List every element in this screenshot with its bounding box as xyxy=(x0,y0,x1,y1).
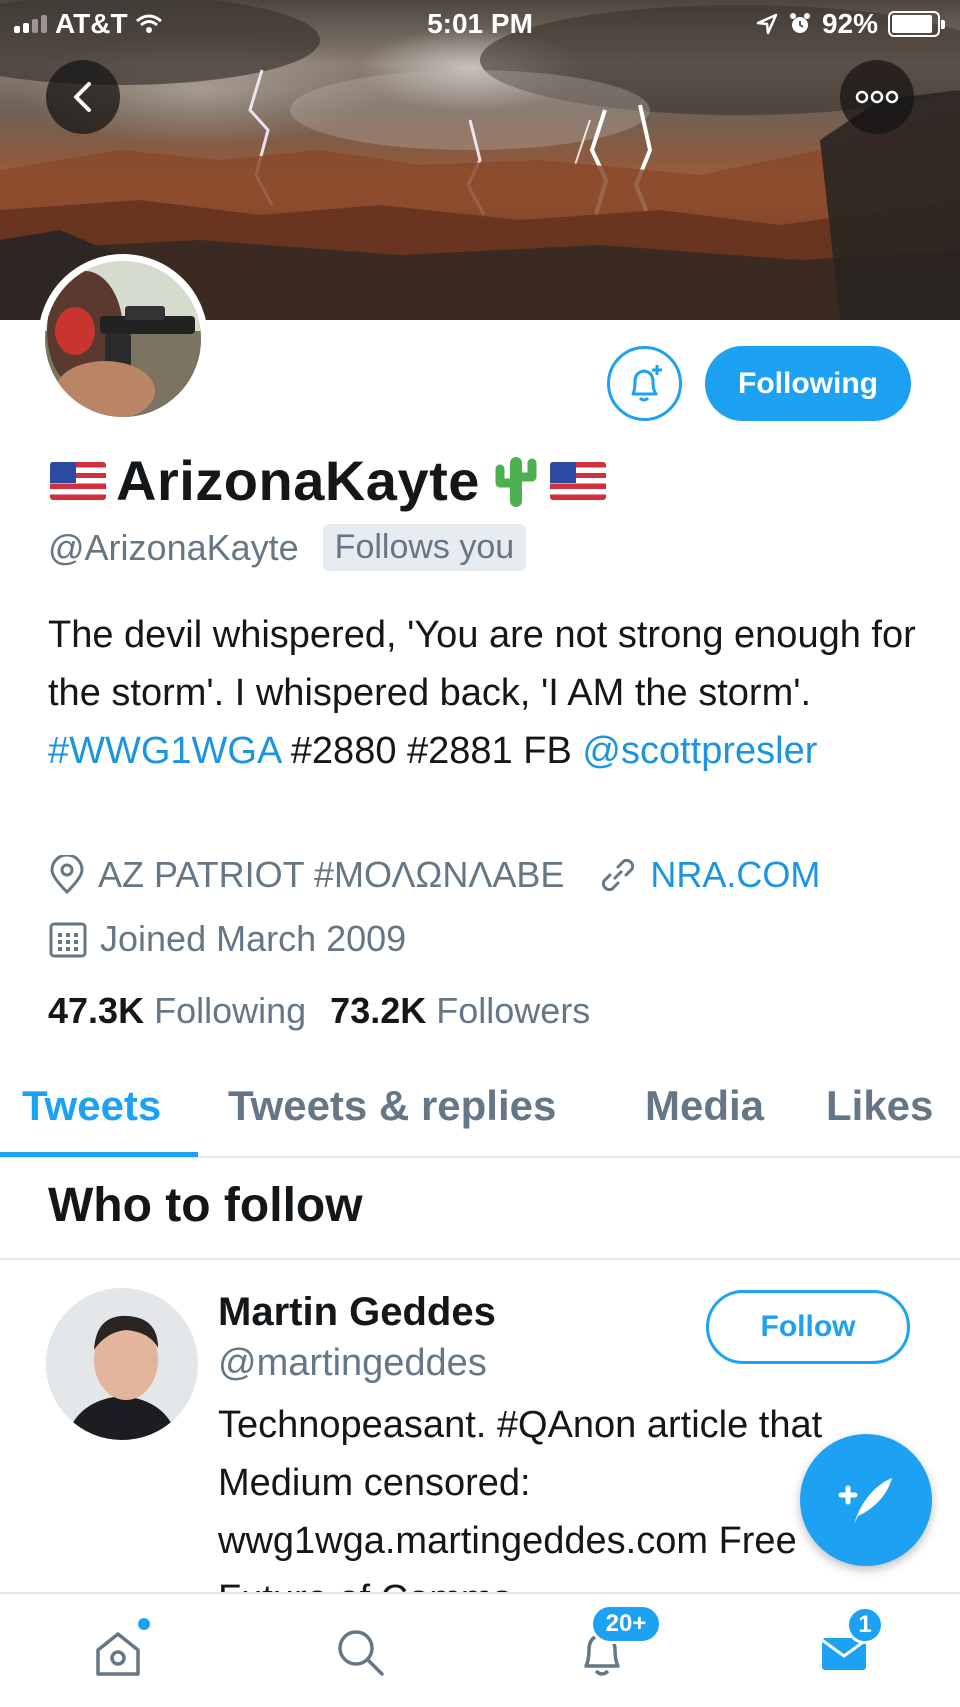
battery-icon xyxy=(888,11,945,37)
suggestion-avatar[interactable] xyxy=(46,1288,198,1440)
active-tab-indicator xyxy=(0,1152,198,1157)
calendar-icon xyxy=(49,922,87,958)
profile-handle: @ArizonaKayte xyxy=(48,526,299,568)
profile-tabs: Tweets Tweets & replies Media Likes xyxy=(0,1072,960,1158)
tab-tweets-and-replies[interactable]: Tweets & replies xyxy=(228,1082,556,1130)
compose-feather-icon xyxy=(838,1478,892,1524)
search-icon xyxy=(338,1630,384,1676)
nav-search[interactable] xyxy=(320,1612,400,1692)
profile-meta-row: AZ PATRIOT #ΜΟΛΩΝΛΑΒΕ NRA.COM xyxy=(48,854,820,896)
followers-count-link[interactable]: 73.2K Followers xyxy=(330,990,590,1032)
profile-bio: The devil whispered, 'You are not strong… xyxy=(48,606,928,780)
notifications-toggle-button[interactable] xyxy=(607,346,682,421)
home-icon xyxy=(96,1632,140,1676)
more-options-button[interactable] xyxy=(840,60,914,134)
notifications-badge: 20+ xyxy=(590,1604,662,1644)
profile-location: AZ PATRIOT #ΜΟΛΩΝΛΑΒΕ xyxy=(98,854,565,895)
us-flag-icon xyxy=(50,461,106,500)
messages-badge: 1 xyxy=(846,1606,884,1644)
home-new-dot xyxy=(136,1616,152,1632)
compose-tweet-button[interactable] xyxy=(800,1434,932,1566)
nav-notifications[interactable]: 20+ xyxy=(562,1604,662,1692)
bio-text: #2880 #2881 FB xyxy=(280,730,583,772)
back-button[interactable] xyxy=(46,60,120,134)
divider xyxy=(0,1258,960,1260)
battery-fill xyxy=(892,15,933,33)
bottom-navigation: 20+ 1 xyxy=(0,1592,960,1707)
battery-percent: 92% xyxy=(821,8,878,39)
following-count: 47.3K xyxy=(48,990,145,1031)
following-button[interactable]: Following xyxy=(705,346,911,421)
ellipsis-icon xyxy=(855,90,899,104)
chevron-left-icon xyxy=(74,82,91,112)
following-label: Following xyxy=(154,990,307,1031)
profile-avatar[interactable] xyxy=(38,254,208,424)
suggestion-handle: @martingeddes xyxy=(218,1342,487,1384)
nav-home[interactable] xyxy=(78,1612,158,1692)
who-to-follow-heading: Who to follow xyxy=(48,1179,363,1232)
cactus-icon xyxy=(495,456,537,507)
status-bar: AT&T 5:01 PM 92% xyxy=(0,0,960,48)
bio-text: The devil whispered, 'You are not strong… xyxy=(48,614,916,714)
avatar-photo xyxy=(45,261,201,417)
profile-joined-row: Joined March 2009 xyxy=(48,918,406,960)
profile-joined-date: Joined March 2009 xyxy=(100,918,407,959)
nav-messages[interactable]: 1 xyxy=(804,1606,884,1692)
location-arrow-icon xyxy=(756,13,778,35)
link-icon xyxy=(602,858,635,892)
handle-row: @ArizonaKayte Follows you xyxy=(48,524,527,571)
tab-media[interactable]: Media xyxy=(645,1082,764,1130)
display-name: ArizonaKayte xyxy=(116,449,480,512)
suggestion-name[interactable]: Martin Geddes xyxy=(218,1290,496,1335)
tab-tweets[interactable]: Tweets xyxy=(22,1082,161,1130)
us-flag-icon xyxy=(549,461,606,500)
followers-count: 73.2K xyxy=(330,990,427,1031)
follow-button[interactable]: Follow xyxy=(706,1290,910,1364)
bio-hashtag-link[interactable]: #WWG1WGA xyxy=(48,730,280,772)
profile-website-link[interactable]: NRA.COM xyxy=(650,854,820,896)
bell-plus-icon xyxy=(631,364,662,401)
display-name-row: ArizonaKayte xyxy=(50,448,606,513)
follow-counts: 47.3K Following 73.2K Followers xyxy=(48,990,590,1032)
following-count-link[interactable]: 47.3K Following xyxy=(48,990,306,1032)
suggestion-avatar-photo xyxy=(46,1288,198,1440)
follows-you-badge: Follows you xyxy=(322,524,527,571)
tab-likes[interactable]: Likes xyxy=(826,1082,933,1130)
alarm-icon xyxy=(789,13,810,33)
bio-mention-link[interactable]: @scottpresler xyxy=(582,730,817,772)
location-pin-icon xyxy=(50,855,84,895)
followers-label: Followers xyxy=(436,990,591,1031)
